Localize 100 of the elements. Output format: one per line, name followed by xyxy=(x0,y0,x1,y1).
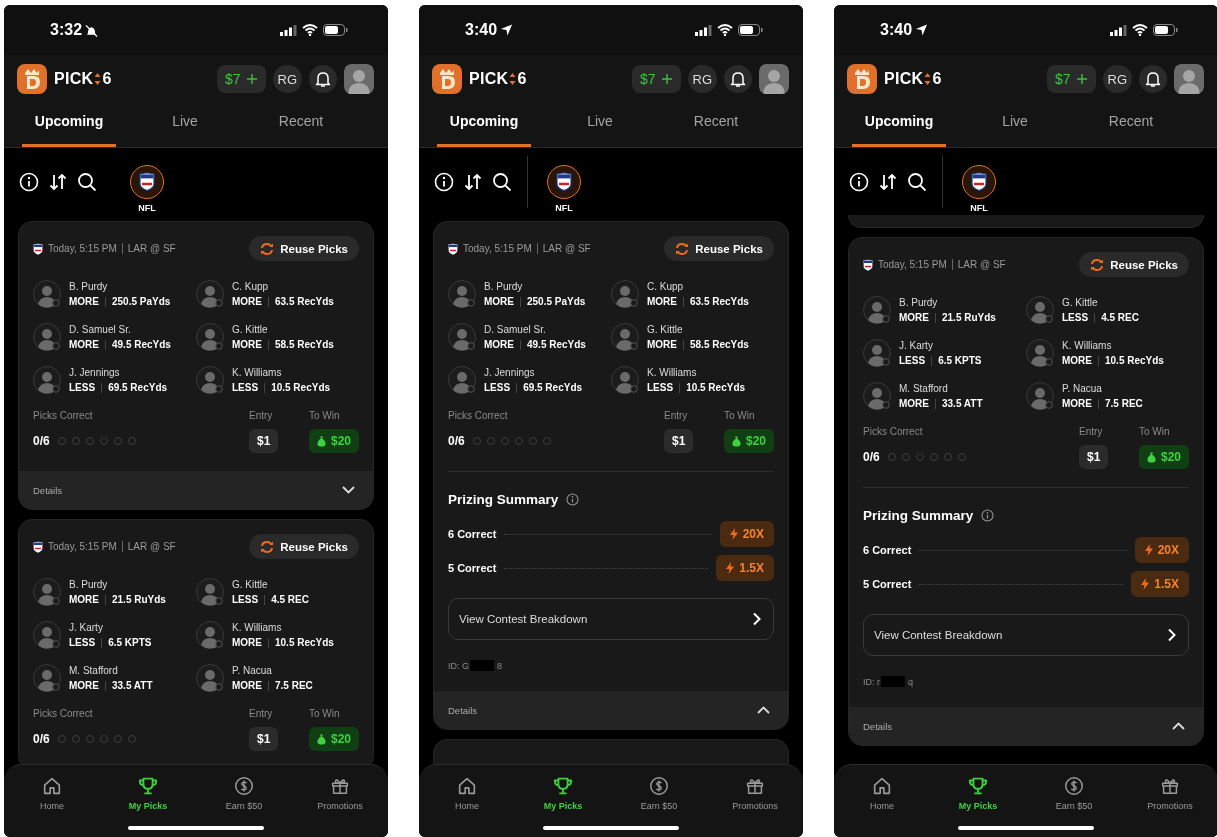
pick-direction: MORE xyxy=(1062,398,1092,409)
reuse-picks-button[interactable]: Reuse Picks xyxy=(664,236,774,261)
nav-item[interactable]: Earn $50 xyxy=(1026,774,1122,812)
player-name: B. Purdy xyxy=(899,297,939,308)
balance-button[interactable]: $7 xyxy=(216,65,266,93)
stat-line: 33.5 ATT xyxy=(112,680,153,691)
bell-icon xyxy=(729,70,747,88)
muted-bell-icon xyxy=(85,23,99,37)
picks-correct-label: Picks Correct xyxy=(448,410,509,421)
money-bag-icon xyxy=(731,435,741,447)
details-toggle[interactable]: Details xyxy=(849,707,1203,745)
shield-icon xyxy=(139,172,155,191)
entry-label: Entry xyxy=(248,410,274,421)
profile-avatar[interactable] xyxy=(1174,64,1204,94)
entry-id: ID: r xyxy=(863,676,880,687)
tab[interactable]: Live xyxy=(968,103,1062,147)
sort-icon[interactable] xyxy=(48,171,68,192)
league-filter-chip[interactable] xyxy=(130,164,164,199)
player-avatar xyxy=(33,323,61,351)
rg-button[interactable]: RG xyxy=(687,65,717,93)
tab[interactable]: Recent xyxy=(1084,103,1178,147)
pick-direction: MORE xyxy=(899,312,929,323)
redaction-block xyxy=(881,676,905,687)
stat-line: 49.5 RecYds xyxy=(112,339,171,350)
nav-item[interactable]: My Picks xyxy=(930,774,1026,812)
crown-logo-icon xyxy=(847,64,877,94)
nav-item[interactable]: Promotions xyxy=(292,774,388,812)
nav-item[interactable]: My Picks xyxy=(515,774,611,812)
nav-item[interactable]: Home xyxy=(4,774,100,812)
stat-line: 4.5 REC xyxy=(271,594,309,605)
stat-line: 21.5 RuYds xyxy=(112,594,166,605)
reuse-picks-button[interactable]: Reuse Picks xyxy=(249,534,359,559)
picks-correct-label: Picks Correct xyxy=(33,410,94,421)
game-time: Today, 5:15 PM xyxy=(48,243,117,254)
sort-icon[interactable] xyxy=(463,171,483,192)
payout-label: 5 Correct xyxy=(448,562,497,574)
tab[interactable]: Upcoming xyxy=(437,103,531,147)
rg-button[interactable]: RG xyxy=(1102,65,1132,93)
player-name: K. Williams xyxy=(647,367,698,378)
tab[interactable]: Recent xyxy=(254,103,348,147)
profile-avatar[interactable] xyxy=(344,64,374,94)
search-icon[interactable] xyxy=(492,171,512,192)
status-time: 3:32 xyxy=(50,21,83,39)
game-time: Today, 5:15 PM xyxy=(463,243,532,254)
nav-item[interactable]: Home xyxy=(419,774,515,812)
balance-button[interactable]: $7 xyxy=(631,65,681,93)
nav-item[interactable]: Home xyxy=(834,774,930,812)
stat-line: 4.5 REC xyxy=(1101,312,1139,323)
brand-number: 6 xyxy=(102,70,112,88)
nav-item[interactable]: Earn $50 xyxy=(196,774,292,812)
tab[interactable]: Live xyxy=(553,103,647,147)
tab[interactable]: Recent xyxy=(669,103,763,147)
multiplier-badge: 1.5X xyxy=(716,555,774,581)
notifications-button[interactable] xyxy=(1139,65,1167,93)
location-arrow-icon xyxy=(500,23,514,37)
tab[interactable]: Live xyxy=(138,103,232,147)
player-name: G. Kittle xyxy=(232,579,269,590)
view-breakdown-button[interactable]: View Contest Breakdown xyxy=(863,614,1189,656)
league-filter-chip[interactable] xyxy=(547,164,581,199)
details-toggle[interactable]: Details xyxy=(434,691,788,729)
lightning-icon xyxy=(729,528,738,540)
balance-button[interactable]: $7 xyxy=(1046,65,1096,93)
nav-item[interactable]: Promotions xyxy=(707,774,803,812)
player-name: G. Kittle xyxy=(647,324,684,335)
dollar-bubble-icon xyxy=(1063,775,1085,797)
money-bag-icon xyxy=(1146,451,1156,463)
rg-button[interactable]: RG xyxy=(272,65,302,93)
wifi-icon xyxy=(1132,24,1148,36)
info-icon[interactable] xyxy=(981,509,995,522)
entry-id: ID: G xyxy=(448,660,469,671)
notifications-button[interactable] xyxy=(724,65,752,93)
stat-line: 250.5 PaYds xyxy=(527,296,586,307)
player-name: B. Purdy xyxy=(69,579,109,590)
multiplier-badge: 20X xyxy=(719,521,774,547)
details-toggle[interactable]: Details xyxy=(19,471,373,509)
pick-direction: MORE xyxy=(69,594,99,605)
player-name: K. Williams xyxy=(232,622,283,633)
nav-item[interactable]: Earn $50 xyxy=(611,774,707,812)
info-icon[interactable] xyxy=(566,493,580,506)
nav-item[interactable]: Promotions xyxy=(1122,774,1217,812)
battery-icon xyxy=(738,24,763,36)
league-filter-chip[interactable] xyxy=(962,164,996,199)
sort-icon[interactable] xyxy=(878,171,898,192)
search-icon[interactable] xyxy=(907,171,927,192)
shield-icon xyxy=(33,540,43,553)
player-avatar xyxy=(611,366,639,394)
chevron-up-icon xyxy=(757,706,770,714)
tab[interactable]: Upcoming xyxy=(852,103,946,147)
nav-item[interactable]: My Picks xyxy=(100,774,196,812)
profile-avatar[interactable] xyxy=(759,64,789,94)
pick-direction: MORE xyxy=(647,296,677,307)
reuse-picks-button[interactable]: Reuse Picks xyxy=(249,236,359,261)
reuse-picks-button[interactable]: Reuse Picks xyxy=(1079,252,1189,277)
notifications-button[interactable] xyxy=(309,65,337,93)
player-avatar xyxy=(196,323,224,351)
search-icon[interactable] xyxy=(77,171,97,192)
payout-label: 6 Correct xyxy=(448,528,497,540)
stat-line: 58.5 RecYds xyxy=(275,339,334,350)
view-breakdown-button[interactable]: View Contest Breakdown xyxy=(448,598,774,640)
tab[interactable]: Upcoming xyxy=(22,103,116,147)
